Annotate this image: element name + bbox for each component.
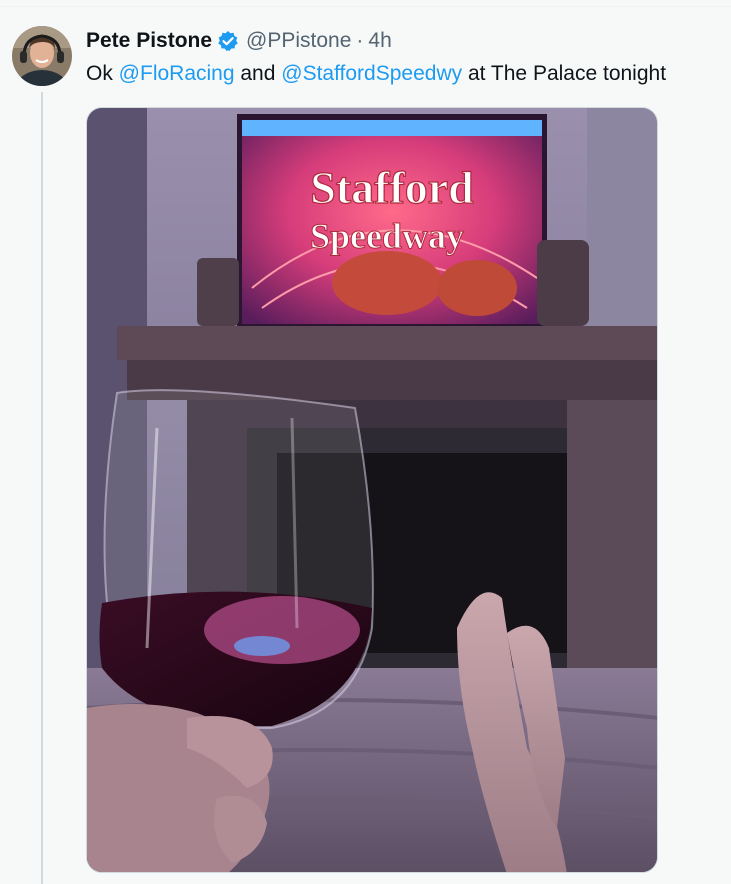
tweet-photo[interactable]: Stafford Speedway [86,107,658,873]
tweet-text-part: at The Palace tonight [462,62,667,85]
divider [0,6,731,7]
tv-title-line2: Speedway [310,216,464,256]
avatar[interactable] [12,26,72,86]
thread-line [41,92,43,884]
tweet-text-part: and [234,62,282,85]
tweet-text-part: Ok [86,62,119,85]
tweet-text: Ok @FloRacing and @StaffordSpeedwy at Th… [86,60,666,88]
mention-floracing-link[interactable]: @FloRacing [119,62,235,85]
tv-title-line1: Stafford [310,162,474,213]
verified-badge-icon [217,30,239,52]
mention-staffordspeedwy-link[interactable]: @StaffordSpeedwy [281,62,462,85]
separator-dot: · [356,29,364,52]
timestamp[interactable]: 4h [368,29,391,53]
tweet-header: Pete Pistone @PPistone · 4h [86,27,392,55]
author-name[interactable]: Pete Pistone [86,29,212,53]
tweet[interactable]: Pete Pistone @PPistone · 4h Ok @FloRacin… [0,0,731,884]
author-handle[interactable]: @PPistone [246,29,351,53]
